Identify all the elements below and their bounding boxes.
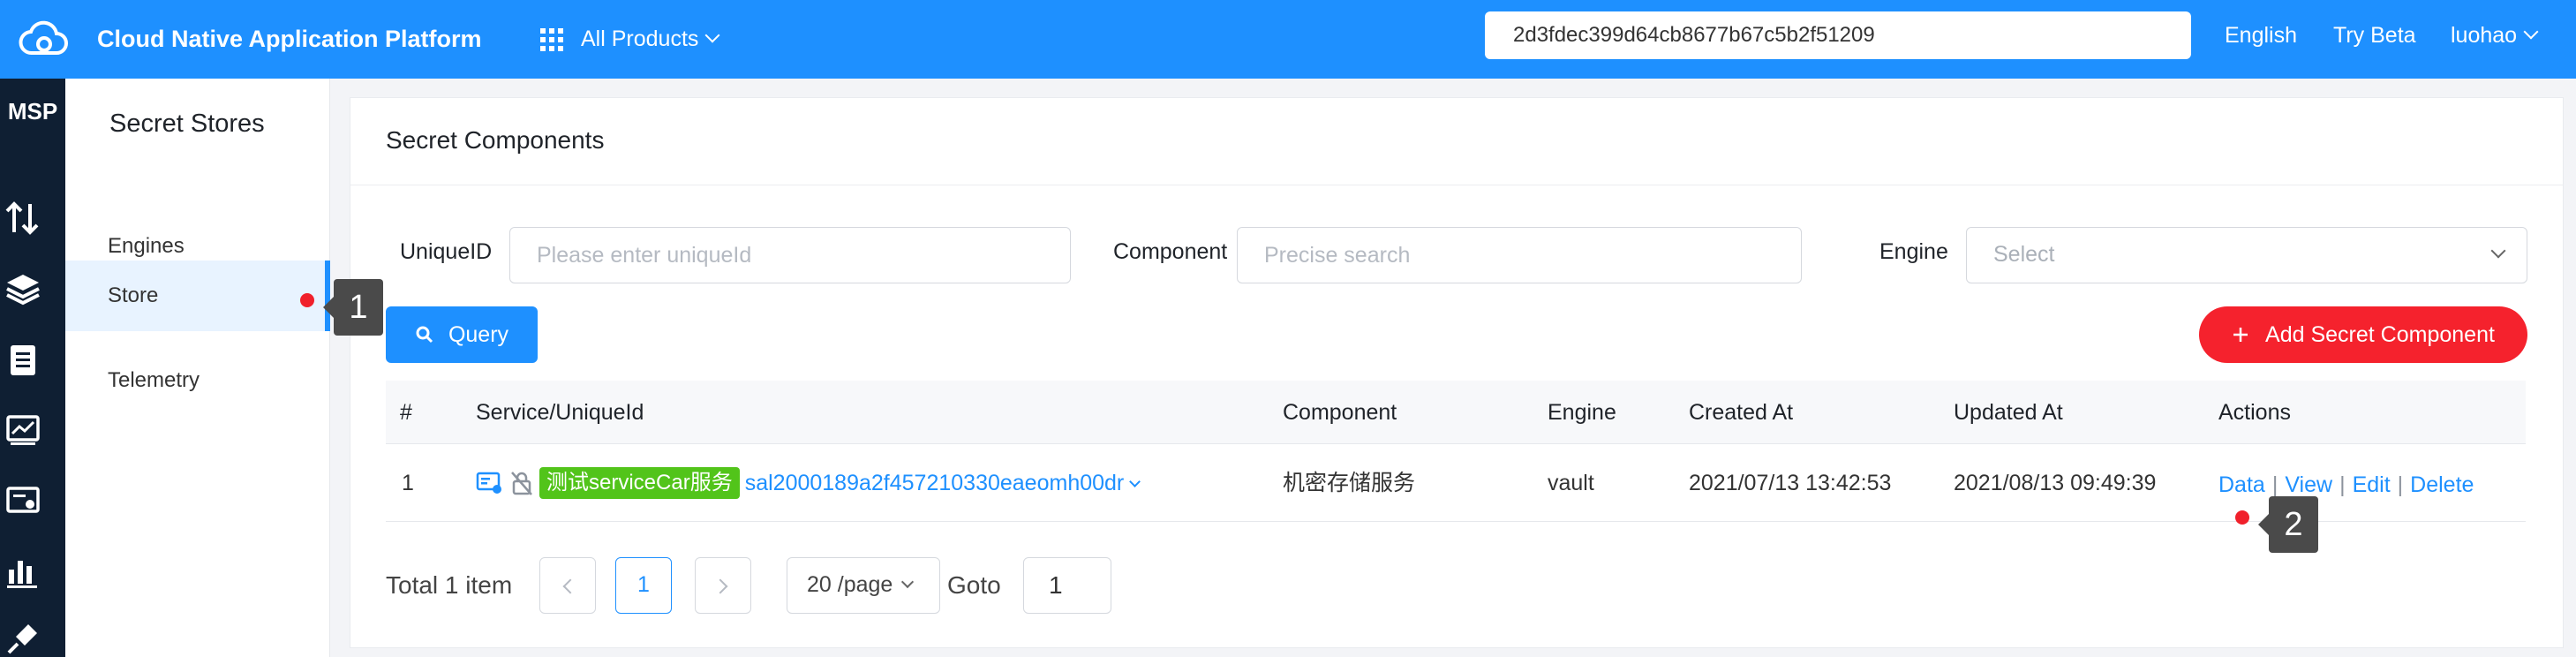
total-count: Total 1 item xyxy=(386,571,513,599)
sidebar-item-store[interactable]: Store xyxy=(65,261,330,331)
component-label: Component xyxy=(1113,239,1228,264)
component-input[interactable] xyxy=(1237,227,1802,283)
bar-chart-icon[interactable] xyxy=(4,552,42,591)
goto-page-input[interactable] xyxy=(1023,557,1111,614)
table-header: # Service/UniqueId Component Engine Crea… xyxy=(386,381,2526,444)
top-bar: Cloud Native Application Platform All Pr… xyxy=(0,0,2576,79)
rail-msp-label[interactable]: MSP xyxy=(0,98,65,125)
column-header-created: Created At xyxy=(1689,400,1794,425)
prev-page-button[interactable] xyxy=(539,557,596,614)
edit-action-link[interactable]: Edit xyxy=(2353,472,2391,497)
component-cell: 机密存储服务 xyxy=(1283,471,1416,495)
delete-action-link[interactable]: Delete xyxy=(2410,472,2474,497)
page-size-value: 20 /page xyxy=(807,572,893,597)
chevron-down-icon xyxy=(901,575,915,589)
query-button-label: Query xyxy=(448,321,509,347)
user-menu[interactable]: luohao xyxy=(2451,0,2539,71)
engine-cell: vault xyxy=(1548,471,1594,495)
service-cell: 测试serviceCar服务 sal2000189a2f457210330eae… xyxy=(476,444,1141,522)
row-index: 1 xyxy=(402,471,414,495)
column-header-updated: Updated At xyxy=(1954,400,2063,425)
clipboard-icon[interactable] xyxy=(4,340,42,379)
data-action-link[interactable]: Data xyxy=(2218,472,2265,497)
transfer-icon[interactable] xyxy=(4,199,42,238)
updated-at-cell: 2021/08/13 09:49:39 xyxy=(1954,471,2157,495)
plus-icon xyxy=(2233,328,2248,342)
chevron-down-icon xyxy=(1129,476,1141,487)
user-name: luohao xyxy=(2451,23,2518,48)
all-products-menu[interactable]: All Products xyxy=(540,0,720,79)
view-action-link[interactable]: View xyxy=(2285,472,2332,497)
add-secret-component-button[interactable]: Add Secret Component xyxy=(2199,306,2527,363)
actions-cell: Data | View | Edit | Delete xyxy=(2218,444,2474,525)
language-switch[interactable]: English xyxy=(2225,0,2297,71)
table-row: 1 测试serviceCar服务 sal2000189a2f457210330e… xyxy=(386,444,2526,522)
layers-icon[interactable] xyxy=(4,269,42,308)
goto-label: Goto xyxy=(947,571,1001,599)
sidebar-title: Secret Stores xyxy=(109,110,265,138)
secret-stores-sidebar: Secret Stores Engines Store Telemetry xyxy=(65,79,330,657)
column-header-engine: Engine xyxy=(1548,400,1616,425)
add-button-label: Add Secret Component xyxy=(2265,321,2495,347)
engine-select[interactable]: Select xyxy=(1966,227,2527,283)
page-title: Secret Components xyxy=(386,126,605,154)
column-header-service: Service/UniqueId xyxy=(476,400,644,425)
app-rail: MSP xyxy=(0,79,65,657)
annotation-badge-1: 1 xyxy=(323,279,383,336)
chevron-down-icon xyxy=(2523,24,2539,40)
grid-icon xyxy=(540,27,563,51)
search-icon xyxy=(416,326,433,344)
secret-components-card: Secret Components UniqueID Component Eng… xyxy=(350,97,2564,648)
sidebar-item-telemetry[interactable]: Telemetry xyxy=(65,345,330,416)
chevron-right-icon xyxy=(712,578,728,594)
chevron-down-icon xyxy=(2490,243,2506,259)
lock-disabled-icon xyxy=(511,472,532,495)
page-number-button[interactable]: 1 xyxy=(615,557,672,614)
annotation-badge-2: 2 xyxy=(2258,496,2318,553)
unique-id-link[interactable]: sal2000189a2f457210330eaeomh00dr xyxy=(744,444,1141,522)
service-tag: 测试serviceCar服务 xyxy=(539,467,740,499)
chevron-down-icon xyxy=(704,27,720,43)
service-card-icon xyxy=(476,472,501,494)
certificate-icon[interactable] xyxy=(4,481,42,520)
query-button[interactable]: Query xyxy=(386,306,538,363)
page-size-select[interactable]: 20 /page xyxy=(787,557,940,614)
column-header-actions: Actions xyxy=(2218,400,2291,425)
brand-title: Cloud Native Application Platform xyxy=(97,26,482,52)
uniqueid-label: UniqueID xyxy=(400,239,493,264)
all-products-label: All Products xyxy=(581,26,699,51)
unique-id-text: sal2000189a2f457210330eaeomh00dr xyxy=(744,471,1125,495)
try-beta-link[interactable]: Try Beta xyxy=(2333,0,2416,71)
cloud-logo-icon[interactable] xyxy=(16,12,71,67)
engine-label: Engine xyxy=(1879,239,1948,264)
global-search-input[interactable] xyxy=(1485,11,2191,59)
monitor-icon[interactable] xyxy=(4,411,42,449)
annotation-dot-2 xyxy=(2235,510,2249,525)
column-header-component: Component xyxy=(1283,400,1397,425)
chevron-left-icon xyxy=(562,578,578,594)
engine-select-placeholder: Select xyxy=(1993,242,2055,267)
column-header-index: # xyxy=(400,400,412,425)
action-separator: | xyxy=(2397,472,2404,497)
plug-icon[interactable] xyxy=(4,619,42,657)
uniqueid-input[interactable] xyxy=(509,227,1071,283)
annotation-dot-1 xyxy=(300,293,314,307)
action-separator: | xyxy=(2271,472,2278,497)
created-at-cell: 2021/07/13 13:42:53 xyxy=(1689,471,1892,495)
next-page-button[interactable] xyxy=(695,557,751,614)
action-separator: | xyxy=(2339,472,2346,497)
